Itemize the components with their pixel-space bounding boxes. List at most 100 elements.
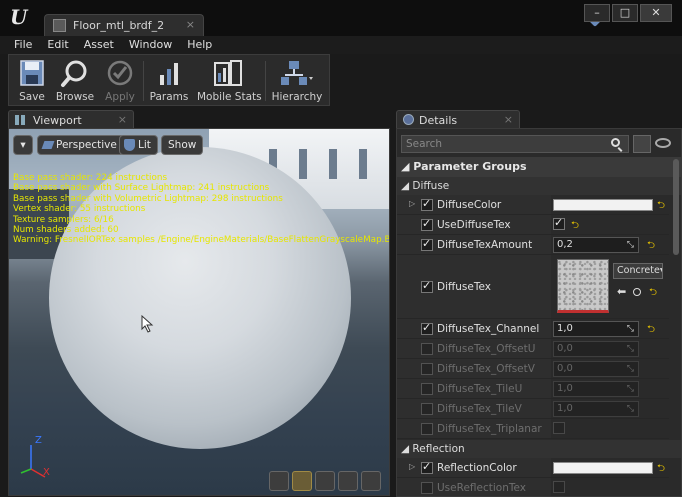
save-label: Save — [19, 91, 45, 103]
collapse-arrow-icon: ◢ — [401, 160, 414, 173]
param-row-diffuse-tex-tileu: DiffuseTex_TileU 1,0 ⤡ — [397, 379, 669, 399]
lit-button[interactable]: Lit — [119, 135, 158, 155]
category-diffuse[interactable]: ◢ Diffuse — [397, 177, 681, 195]
reset-to-default-icon[interactable]: ⮌ — [571, 218, 579, 235]
numeric-field[interactable]: 0,0 ⤡ — [553, 341, 639, 357]
viewport-options-dropdown[interactable]: ▾ — [13, 135, 33, 155]
preview-sphere-button[interactable] — [292, 471, 312, 491]
document-tab-label: Floor_mtl_brdf_2 — [73, 19, 165, 32]
override-checkbox[interactable] — [421, 363, 433, 375]
stat-line: Vertex shader: 55 instructions — [13, 204, 146, 215]
perspective-icon — [41, 141, 55, 149]
perspective-button[interactable]: Perspective — [37, 135, 124, 155]
browse-asset-icon[interactable] — [633, 288, 641, 296]
param-name: DiffuseTex_TileV — [437, 403, 522, 415]
save-button[interactable]: Save — [13, 59, 51, 103]
param-name-cell: DiffuseTex_Channel — [397, 319, 551, 338]
override-checkbox[interactable] — [421, 237, 433, 251]
value-checkbox[interactable] — [553, 422, 565, 434]
details-tab-label: Details — [419, 114, 458, 127]
param-name: DiffuseColor — [437, 199, 502, 211]
override-checkbox[interactable] — [421, 383, 433, 395]
menu-bar: File Edit Asset Window Help — [0, 36, 682, 54]
numeric-field[interactable]: 0,0 ⤡ — [553, 361, 639, 377]
texture-thumbnail[interactable] — [557, 259, 609, 313]
param-name-cell: DiffuseTex_TileU — [397, 379, 551, 398]
param-row-diffuse-tex: DiffuseTex Concrete▾ ⬅ ⮌ — [397, 255, 669, 319]
menu-asset[interactable]: Asset — [84, 36, 114, 54]
search-input[interactable]: Search — [401, 135, 629, 153]
param-name: DiffuseTex_OffsetU — [437, 343, 536, 355]
stat-line: Base pass shader: 224 instructions — [13, 173, 168, 183]
minimize-button[interactable]: – — [584, 4, 610, 22]
show-button[interactable]: Show — [161, 135, 204, 155]
numeric-field[interactable]: 1,0 ⤡ — [553, 381, 639, 397]
viewport-tab[interactable]: Viewport × — [8, 110, 134, 128]
override-checkbox[interactable] — [421, 403, 433, 415]
tab-close-icon[interactable]: × — [186, 18, 195, 31]
hierarchy-button[interactable]: Hierarchy — [269, 59, 325, 103]
apply-label: Apply — [105, 91, 135, 103]
apply-button[interactable]: Apply — [103, 59, 137, 103]
numeric-value: 0,2 — [557, 239, 573, 250]
section-label: Parameter Groups — [413, 160, 527, 173]
preview-mesh-button[interactable] — [361, 471, 381, 491]
override-checkbox[interactable] — [421, 217, 433, 231]
category-reflection[interactable]: ◢ Reflection — [397, 440, 681, 458]
numeric-value: 1,0 — [557, 383, 573, 394]
preview-plane-button[interactable] — [315, 471, 335, 491]
override-checkbox[interactable] — [421, 279, 433, 293]
reset-to-default-icon[interactable]: ⮌ — [657, 461, 665, 478]
param-name-cell: DiffuseTexAmount — [397, 235, 551, 254]
param-name-cell: UseDiffuseTex — [397, 215, 551, 234]
browse-button[interactable]: Browse — [53, 59, 97, 103]
details-tab-close-icon[interactable]: × — [504, 113, 513, 126]
viewport-tab-close-icon[interactable]: × — [118, 113, 127, 126]
document-tab[interactable]: Floor_mtl_brdf_2 × — [44, 14, 204, 36]
expand-arrow-icon[interactable]: ▷ — [409, 462, 415, 471]
override-checkbox[interactable] — [421, 423, 433, 435]
view-options-button[interactable] — [633, 135, 651, 153]
preview-cube-button[interactable] — [338, 471, 358, 491]
browse-label: Browse — [55, 91, 95, 103]
texture-asset-dropdown[interactable]: Concrete▾ — [613, 263, 663, 279]
params-button[interactable]: Params — [149, 59, 189, 103]
close-button[interactable]: ✕ — [640, 4, 672, 22]
preview-cylinder-button[interactable] — [269, 471, 289, 491]
viewport[interactable]: ▾ Perspective Lit Show Base pass shader:… — [8, 128, 390, 496]
maximize-button[interactable]: □ — [612, 4, 638, 22]
menu-window[interactable]: Window — [129, 36, 172, 54]
reset-to-default-icon[interactable]: ⮌ — [647, 322, 655, 339]
lit-icon — [124, 139, 135, 151]
details-scrollbar[interactable] — [673, 159, 679, 255]
override-checkbox[interactable] — [421, 343, 433, 355]
numeric-field[interactable]: 1,0 ⤡ — [553, 401, 639, 417]
section-parameter-groups[interactable]: ◢ Parameter Groups — [397, 157, 681, 177]
eye-icon[interactable] — [655, 138, 671, 148]
color-swatch[interactable] — [553, 462, 653, 474]
details-tab[interactable]: Details × — [396, 110, 520, 128]
override-checkbox[interactable] — [421, 482, 433, 494]
spin-arrows-icon: ⤡ — [626, 384, 634, 394]
mobile-stats-button[interactable]: Mobile Stats — [197, 59, 262, 103]
expand-arrow-icon[interactable]: ▷ — [409, 199, 415, 208]
reset-to-default-icon[interactable]: ⮌ — [649, 285, 657, 302]
material-instance-icon — [53, 19, 66, 32]
lit-label: Lit — [138, 139, 151, 151]
color-swatch[interactable] — [553, 199, 653, 211]
numeric-field[interactable]: 0,2 ⤡ — [553, 237, 639, 253]
menu-edit[interactable]: Edit — [47, 36, 68, 54]
use-selected-arrow-icon[interactable]: ⬅ — [617, 285, 626, 298]
override-checkbox[interactable] — [421, 321, 433, 335]
override-checkbox[interactable] — [421, 197, 433, 211]
value-checkbox[interactable] — [553, 216, 565, 230]
reset-to-default-icon[interactable]: ⮌ — [647, 238, 655, 255]
menu-help[interactable]: Help — [187, 36, 212, 54]
override-checkbox[interactable] — [421, 460, 433, 474]
param-value-cell: 0,0 ⤡ — [553, 359, 669, 378]
value-checkbox[interactable] — [553, 481, 565, 493]
menu-file[interactable]: File — [14, 36, 32, 54]
numeric-field[interactable]: 1,0 ⤡ — [553, 321, 639, 337]
reset-to-default-icon[interactable]: ⮌ — [657, 198, 665, 215]
params-label: Params — [149, 91, 189, 103]
